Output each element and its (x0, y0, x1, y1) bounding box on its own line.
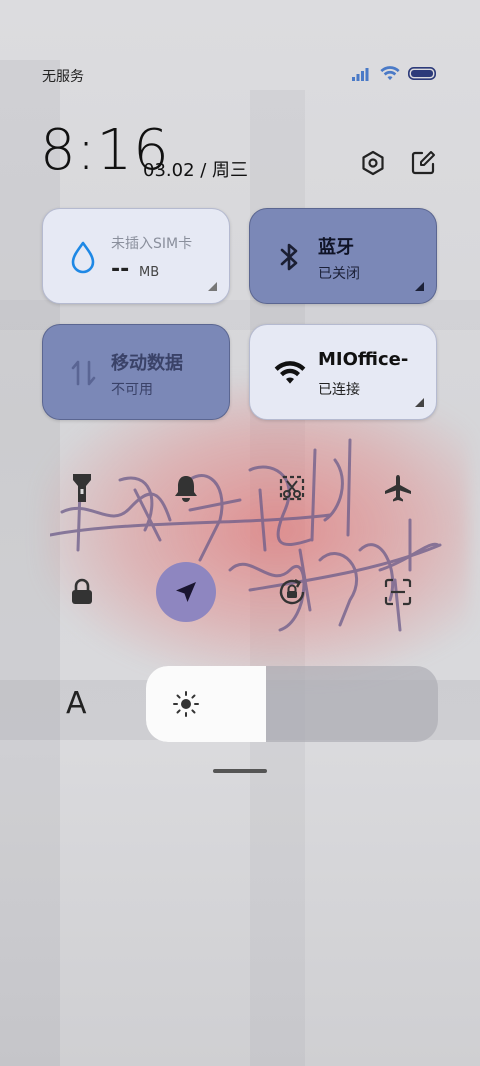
lock-icon (72, 578, 92, 604)
wifi-status: 已连接 (318, 382, 360, 398)
data-arrows-icon (65, 355, 101, 391)
airplane-icon (385, 475, 411, 502)
rotation-lock-icon (279, 578, 305, 605)
bluetooth-tile[interactable]: 蓝牙 已关闭 (249, 208, 437, 304)
lock-toggle[interactable] (52, 562, 112, 622)
expand-corner-icon (415, 398, 424, 407)
date-text: 03.02 / 周三 (143, 160, 249, 181)
bluetooth-title: 蓝牙 (318, 237, 354, 258)
brightness-slider[interactable] (146, 666, 438, 742)
data-usage-unit: MB (139, 265, 160, 280)
mobile-data-title: 移动数据 (111, 353, 183, 374)
location-toggle[interactable] (156, 562, 216, 622)
flashlight-icon (73, 474, 91, 502)
mobile-data-tile[interactable]: 移动数据 不可用 (42, 324, 230, 420)
data-usage-tile[interactable]: 未插入SIM卡 -- MB (42, 208, 230, 304)
wifi-icon (380, 66, 400, 81)
bluetooth-status: 已关闭 (318, 266, 360, 282)
wifi-icon (272, 355, 308, 391)
expand-corner-icon (415, 282, 424, 291)
data-usage-value: -- (111, 257, 130, 282)
drag-handle[interactable] (213, 769, 267, 773)
status-icons (352, 66, 436, 81)
font-size-label[interactable]: A (66, 686, 87, 721)
sim-status-label: 未插入SIM卡 (111, 236, 193, 252)
battery-icon (408, 67, 436, 80)
carrier-text: 无服务 (42, 69, 84, 85)
signal-icon (352, 67, 369, 81)
scissors-icon (279, 475, 305, 501)
flashlight-toggle[interactable] (52, 458, 112, 518)
scan-toggle[interactable] (368, 562, 428, 622)
wifi-tile[interactable]: MIOffice- 已连接 (249, 324, 437, 420)
control-center: 无服务 8:16 03.02 / 周三 未插入SIM卡 -- MB 蓝牙 已关闭… (0, 0, 480, 1066)
mute-toggle[interactable] (156, 458, 216, 518)
navigation-icon (176, 582, 196, 602)
settings-icon[interactable] (358, 148, 388, 178)
scan-icon (384, 578, 412, 606)
wifi-network-name: MIOffice- (318, 349, 409, 370)
brightness-fill (146, 666, 266, 742)
edit-icon[interactable] (408, 148, 438, 178)
bell-icon (175, 476, 197, 502)
sun-icon (173, 691, 199, 717)
water-drop-icon (65, 239, 101, 275)
bluetooth-icon (272, 239, 308, 275)
mobile-data-status: 不可用 (111, 382, 153, 398)
screenshot-toggle[interactable] (262, 458, 322, 518)
rotation-toggle[interactable] (262, 562, 322, 622)
header-actions (358, 148, 438, 178)
airplane-toggle[interactable] (368, 458, 428, 518)
expand-corner-icon (208, 282, 217, 291)
